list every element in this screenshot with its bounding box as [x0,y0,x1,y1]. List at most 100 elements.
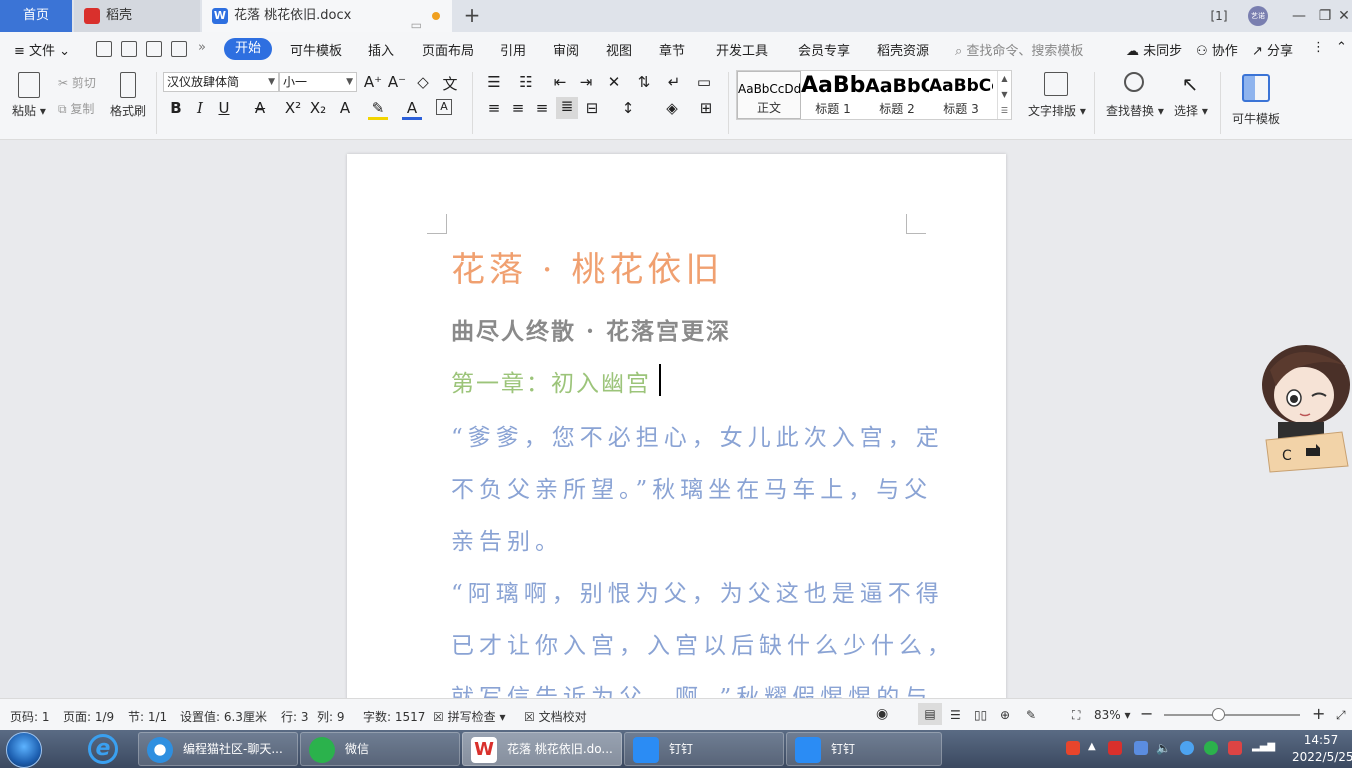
align-right-icon[interactable]: ≡ [532,99,552,117]
new-tab-button[interactable]: + [460,0,484,32]
status-section[interactable]: 节: 1/1 [128,708,167,725]
select-button[interactable]: 选择 ▾ [1174,102,1208,119]
taskbar-item-dingtalk-1[interactable]: 钉钉 [624,732,784,766]
borders-icon[interactable]: ⊞ [696,99,716,117]
write-mode-icon[interactable]: ✎ [1026,708,1036,722]
shading-icon[interactable]: ◈ [662,99,682,117]
decrease-indent-icon[interactable]: ⇤ [550,73,570,91]
close-button[interactable]: ✕ [1336,0,1352,32]
phonetic-icon[interactable]: 文 [440,73,460,94]
doc-paragraph-line[interactable]: “阿璃啊，别恨为父，为父这也是逼不得 [451,574,944,608]
tab-developer[interactable]: 开发工具 [716,40,768,59]
clear-format-icon[interactable]: ◇ [413,73,433,91]
more-options-icon[interactable]: ⋮ [1312,40,1325,55]
layout-icon[interactable]: [1] [1204,0,1234,32]
file-menu[interactable]: ≡ 文件 ⌄ [14,40,70,59]
status-pages[interactable]: 页面: 1/9 [63,708,114,725]
doc-paragraph-line[interactable]: 已才让你入宫，入宫以后缺什么少什么， [451,626,955,660]
increase-indent-icon[interactable]: ⇥ [576,73,596,91]
tab-chapter[interactable]: 章节 [659,40,685,59]
tab-home[interactable]: 首页 [0,0,72,32]
tray-expand-icon[interactable]: ▲ [1088,741,1102,755]
subscript-icon[interactable]: X₂ [308,99,328,117]
taskbar-item-browser[interactable]: 编程猫社区-聊天... [138,732,298,766]
cut-button[interactable]: ✂ 剪切 [58,74,96,91]
taskbar-item-dingtalk-2[interactable]: 钉钉 [786,732,942,766]
save-icon[interactable] [96,41,112,57]
template-grid-icon[interactable] [1242,74,1270,102]
style-normal[interactable]: AaBbCcDd 正文 [737,71,801,119]
doc-title[interactable]: 花落 · 桃花依旧 [451,242,723,291]
align-center-icon[interactable]: ≡ [508,99,528,117]
document-canvas[interactable]: 花落 · 桃花依旧 曲尽人终散 · 花落宫更深 第一章：初入幽宫 “爹爹，您不必… [0,140,1352,698]
paste-button[interactable]: 粘贴 ▾ [12,102,46,119]
command-search[interactable]: ⌕ 查找命令、搜索模板 [955,40,1083,59]
distribute-icon[interactable]: ⊟ [582,99,602,117]
justify-icon[interactable]: ≣ [556,97,578,119]
signal-icon[interactable]: ▂▄▆ [1252,741,1275,755]
share-button[interactable]: ↗ 分享 [1252,40,1293,59]
numbered-list-icon[interactable]: ☷ [516,73,536,91]
desktop-pet-mascot[interactable]: C [1256,340,1352,480]
sort-icon[interactable]: ⇅ [634,73,654,91]
line-spacing-icon[interactable]: ↕ [618,99,638,117]
tab-page-layout[interactable]: 页面布局 [422,40,474,59]
volume-icon[interactable]: 🔈 [1156,741,1171,755]
web-view-icon[interactable]: ⊕ [1000,708,1010,722]
wps-tray-icon[interactable] [1108,741,1122,755]
tab-kaniu-template[interactable]: 可牛模板 [290,40,342,59]
zoom-level[interactable]: 83% ▾ [1094,708,1131,722]
sync-status[interactable]: ☁ 未同步 [1126,40,1182,59]
char-border-icon[interactable]: A [436,99,452,115]
page-view-icon[interactable]: ▤ [918,703,942,725]
text-layout-icon[interactable] [1044,72,1068,96]
doc-subtitle[interactable]: 曲尽人终散 · 花落宫更深 [451,312,731,346]
grow-font-icon[interactable]: A⁺ [363,73,383,91]
bullet-list-icon[interactable]: ☰ [484,73,504,91]
style-scroll-arrows[interactable]: ▲ ▼ ☰ [997,71,1011,119]
copy-button[interactable]: ⧉ 复制 [58,100,94,117]
find-replace-button[interactable]: 查找替换 ▾ [1106,102,1164,119]
expand-icon[interactable]: ⤢ [1336,708,1346,723]
system-clock[interactable]: 14:57 2022/5/25 [1292,732,1352,766]
spell-check-button[interactable]: ☒ 拼写检查 ▾ [433,708,505,725]
outline-view-icon[interactable]: ☰ [950,708,961,722]
format-painter-icon[interactable] [120,72,136,98]
doc-paragraph-line[interactable]: 亲告别。 [451,522,563,556]
tab-stops-icon[interactable]: ▭ [694,73,714,91]
paste-icon[interactable] [18,72,40,98]
sogou-input-icon[interactable] [1066,741,1080,755]
superscript-icon[interactable]: X² [283,99,303,117]
print-preview-icon[interactable] [171,41,187,57]
unsaved-dot-icon[interactable] [432,12,440,20]
tab-document[interactable]: W 花落 桃花依旧.docx ▭ [202,0,452,32]
highlight-icon[interactable]: ✎ [368,99,388,120]
status-column[interactable]: 列: 9 [317,708,345,725]
app-tray-icon[interactable] [1134,741,1148,755]
zoom-slider-handle[interactable] [1212,708,1225,721]
zoom-in-button[interactable]: + [1312,704,1325,723]
doc-chapter-heading[interactable]: 第一章：初入幽宫 [451,364,651,398]
align-left-icon[interactable]: ≡ [484,99,504,117]
text-effect-icon[interactable]: A [335,99,355,117]
bold-icon[interactable]: B [166,99,186,117]
tab-daoke-resources[interactable]: 稻壳资源 [877,40,929,59]
zoom-slider-track[interactable] [1164,714,1300,716]
zoom-out-button[interactable]: − [1140,704,1153,723]
security-tray-icon[interactable] [1228,741,1242,755]
font-name-select[interactable]: 汉仪放肆体简 ▼ [163,72,279,92]
collab-button[interactable]: ⚇ 协作 [1196,40,1238,59]
find-replace-icon[interactable] [1124,72,1144,92]
taskbar-item-wps[interactable]: W 花落 桃花依旧.do... [462,732,622,766]
ie-icon[interactable]: e [88,734,118,764]
shrink-font-icon[interactable]: A⁻ [387,73,407,91]
tab-daoke[interactable]: 稻壳 [74,0,200,32]
tab-view[interactable]: 视图 [606,40,632,59]
start-button[interactable] [6,732,42,768]
font-color-icon[interactable]: A [402,99,422,120]
underline-icon[interactable]: U [214,99,234,117]
tab-start[interactable]: 开始 [224,38,272,60]
text-layout-button[interactable]: 文字排版 ▾ [1028,102,1086,119]
style-heading-1[interactable]: AaBb 标题 1 [801,71,865,119]
status-setting[interactable]: 设置值: 6.3厘米 [180,708,267,725]
